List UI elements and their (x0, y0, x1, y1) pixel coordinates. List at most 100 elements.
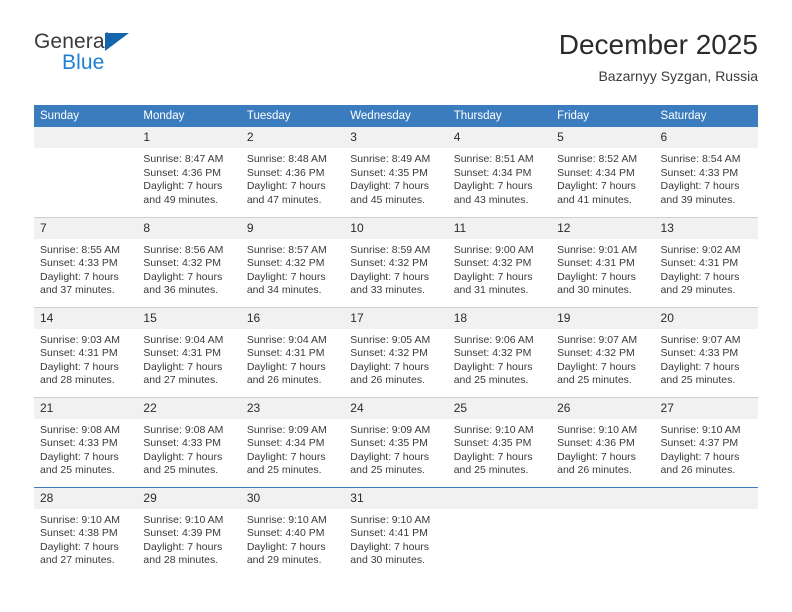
day-details: Sunrise: 9:06 AM Sunset: 4:32 PM Dayligh… (448, 329, 551, 388)
daylight-text-line1: Daylight: 7 hours (143, 360, 223, 373)
day-number: 3 (344, 127, 448, 148)
day-number: 2 (240, 127, 345, 148)
calendar-day-cell[interactable]: 30 Sunrise: 9:10 AM Sunset: 4:40 PM Dayl… (240, 486, 345, 577)
calendar-page: General Blue December 2025 Bazarnyy Syzg… (0, 0, 792, 612)
day-details: Sunrise: 8:49 AM Sunset: 4:35 PM Dayligh… (344, 148, 447, 207)
sunrise-text: Sunrise: 8:51 AM (453, 153, 534, 165)
calendar-day-cell[interactable]: 23 Sunrise: 9:09 AM Sunset: 4:34 PM Dayl… (240, 396, 345, 487)
sunset-text: Sunset: 4:32 PM (350, 347, 428, 360)
calendar-day-cell[interactable]: 13 Sunrise: 9:02 AM Sunset: 4:31 PM Dayl… (654, 216, 758, 307)
day-details: Sunrise: 9:07 AM Sunset: 4:33 PM Dayligh… (655, 329, 758, 388)
weekday-header-saturday: Saturday (654, 105, 758, 127)
calendar-day-cell[interactable]: 1 Sunrise: 8:47 AM Sunset: 4:36 PM Dayli… (137, 127, 241, 217)
sunset-text: Sunset: 4:33 PM (143, 437, 222, 450)
calendar-day-cell[interactable]: 4 Sunrise: 8:51 AM Sunset: 4:34 PM Dayli… (447, 127, 552, 217)
calendar-day-cell[interactable]: 21 Sunrise: 9:08 AM Sunset: 4:33 PM Dayl… (34, 396, 138, 487)
calendar-day-cell[interactable]: 12 Sunrise: 9:01 AM Sunset: 4:31 PM Dayl… (551, 216, 655, 307)
calendar-day-cell[interactable]: 2 Sunrise: 8:48 AM Sunset: 4:36 PM Dayli… (240, 127, 345, 217)
page-subtitle: Bazarnyy Syzgan, Russia (598, 68, 758, 84)
day-number: 11 (447, 217, 552, 239)
calendar-day-cell[interactable]: 7 Sunrise: 8:55 AM Sunset: 4:33 PM Dayli… (34, 216, 138, 307)
day-number: 25 (447, 397, 552, 419)
calendar-day-cell[interactable]: 31 Sunrise: 9:10 AM Sunset: 4:41 PM Dayl… (344, 486, 448, 577)
calendar-body: 1 Sunrise: 8:47 AM Sunset: 4:36 PM Dayli… (34, 127, 758, 577)
daylight-text-line2: and 26 minutes. (660, 464, 736, 477)
day-number: 27 (654, 397, 758, 419)
day-number: 9 (240, 217, 345, 239)
day-details (34, 148, 137, 153)
day-details: Sunrise: 8:57 AM Sunset: 4:32 PM Dayligh… (241, 239, 344, 298)
calendar-day-cell[interactable]: 29 Sunrise: 9:10 AM Sunset: 4:39 PM Dayl… (137, 486, 241, 577)
daylight-text-line1: Daylight: 7 hours (40, 360, 119, 373)
calendar-day-cell[interactable] (447, 486, 552, 577)
calendar-day-cell[interactable]: 25 Sunrise: 9:10 AM Sunset: 4:35 PM Dayl… (447, 396, 552, 487)
calendar-day-cell[interactable]: 27 Sunrise: 9:10 AM Sunset: 4:37 PM Dayl… (654, 396, 758, 487)
calendar-day-cell[interactable]: 16 Sunrise: 9:04 AM Sunset: 4:31 PM Dayl… (240, 306, 345, 397)
daylight-text-line1: Daylight: 7 hours (143, 540, 223, 553)
calendar-day-cell[interactable]: 28 Sunrise: 9:10 AM Sunset: 4:38 PM Dayl… (34, 486, 138, 577)
sunrise-text: Sunrise: 8:49 AM (350, 153, 431, 165)
day-number: 22 (137, 397, 241, 419)
day-details: Sunrise: 8:59 AM Sunset: 4:32 PM Dayligh… (344, 239, 447, 298)
calendar-header-row: Sunday Monday Tuesday Wednesday Thursday… (34, 105, 758, 127)
daylight-text-line2: and 41 minutes. (557, 193, 632, 206)
daylight-text-line2: and 49 minutes. (143, 193, 219, 206)
day-details: Sunrise: 9:02 AM Sunset: 4:31 PM Dayligh… (655, 239, 758, 298)
day-number: 15 (137, 307, 241, 329)
calendar-day-cell[interactable]: 17 Sunrise: 9:05 AM Sunset: 4:32 PM Dayl… (344, 306, 448, 397)
calendar-day-cell[interactable]: 3 Sunrise: 8:49 AM Sunset: 4:35 PM Dayli… (344, 127, 448, 217)
day-details: Sunrise: 8:47 AM Sunset: 4:36 PM Dayligh… (137, 148, 240, 207)
calendar-day-cell[interactable]: 6 Sunrise: 8:54 AM Sunset: 4:33 PM Dayli… (654, 127, 758, 217)
calendar-day-cell[interactable]: 11 Sunrise: 9:00 AM Sunset: 4:32 PM Dayl… (447, 216, 552, 307)
sunset-text: Sunset: 4:34 PM (246, 437, 325, 450)
sunset-text: Sunset: 4:34 PM (557, 166, 635, 179)
calendar-day-cell[interactable]: 14 Sunrise: 9:03 AM Sunset: 4:31 PM Dayl… (34, 306, 138, 397)
day-details: Sunrise: 8:52 AM Sunset: 4:34 PM Dayligh… (551, 148, 654, 207)
daylight-text-line1: Daylight: 7 hours (350, 180, 430, 193)
calendar-day-cell[interactable]: 24 Sunrise: 9:09 AM Sunset: 4:35 PM Dayl… (344, 396, 448, 487)
calendar-day-cell[interactable]: 20 Sunrise: 9:07 AM Sunset: 4:33 PM Dayl… (654, 306, 758, 397)
calendar-day-cell[interactable] (34, 127, 138, 217)
sunset-text: Sunset: 4:31 PM (40, 347, 118, 360)
weekday-header-monday: Monday (137, 105, 241, 127)
daylight-text-line2: and 27 minutes. (143, 374, 219, 387)
daylight-text-line1: Daylight: 7 hours (453, 450, 533, 463)
sunset-text: Sunset: 4:36 PM (557, 437, 635, 450)
day-number (34, 127, 138, 148)
daylight-text-line2: and 31 minutes. (453, 284, 529, 297)
day-details: Sunrise: 9:01 AM Sunset: 4:31 PM Dayligh… (551, 239, 654, 298)
day-number: 13 (654, 217, 758, 239)
day-details: Sunrise: 9:04 AM Sunset: 4:31 PM Dayligh… (137, 329, 240, 388)
logo-text-blue: Blue (62, 51, 105, 74)
calendar-day-cell[interactable]: 19 Sunrise: 9:07 AM Sunset: 4:32 PM Dayl… (551, 306, 655, 397)
calendar-day-cell[interactable]: 18 Sunrise: 9:06 AM Sunset: 4:32 PM Dayl… (447, 306, 552, 397)
sunset-text: Sunset: 4:39 PM (143, 527, 222, 540)
calendar-day-cell[interactable] (551, 486, 655, 577)
sunrise-text: Sunrise: 8:56 AM (143, 243, 224, 256)
daylight-text-line1: Daylight: 7 hours (660, 450, 740, 463)
calendar-day-cell[interactable]: 22 Sunrise: 9:08 AM Sunset: 4:33 PM Dayl… (137, 396, 241, 487)
calendar-day-cell[interactable]: 8 Sunrise: 8:56 AM Sunset: 4:32 PM Dayli… (137, 216, 241, 307)
calendar-day-cell[interactable]: 5 Sunrise: 8:52 AM Sunset: 4:34 PM Dayli… (551, 127, 655, 217)
daylight-text-line2: and 29 minutes. (660, 284, 736, 297)
sunset-text: Sunset: 4:37 PM (660, 437, 739, 450)
sunrise-text: Sunrise: 8:54 AM (660, 153, 741, 165)
day-details: Sunrise: 9:08 AM Sunset: 4:33 PM Dayligh… (34, 419, 137, 478)
calendar-day-cell[interactable] (654, 486, 758, 577)
calendar-day-cell[interactable]: 10 Sunrise: 8:59 AM Sunset: 4:32 PM Dayl… (344, 216, 448, 307)
sunrise-text: Sunrise: 9:07 AM (557, 333, 638, 346)
day-details: Sunrise: 9:10 AM Sunset: 4:35 PM Dayligh… (448, 419, 551, 478)
day-details: Sunrise: 8:54 AM Sunset: 4:33 PM Dayligh… (655, 148, 758, 207)
calendar-week-row: 28 Sunrise: 9:10 AM Sunset: 4:38 PM Dayl… (34, 486, 758, 577)
calendar-day-cell[interactable]: 26 Sunrise: 9:10 AM Sunset: 4:36 PM Dayl… (551, 396, 655, 487)
weekday-header-tuesday: Tuesday (240, 105, 345, 127)
daylight-text-line2: and 27 minutes. (40, 554, 115, 567)
daylight-text-line2: and 26 minutes. (246, 374, 322, 387)
daylight-text-line1: Daylight: 7 hours (453, 180, 533, 193)
calendar-day-cell[interactable]: 9 Sunrise: 8:57 AM Sunset: 4:32 PM Dayli… (240, 216, 345, 307)
weekday-header-friday: Friday (551, 105, 655, 127)
calendar-day-cell[interactable]: 15 Sunrise: 9:04 AM Sunset: 4:31 PM Dayl… (137, 306, 241, 397)
daylight-text-line2: and 43 minutes. (453, 193, 529, 206)
day-details: Sunrise: 9:04 AM Sunset: 4:31 PM Dayligh… (241, 329, 344, 388)
daylight-text-line1: Daylight: 7 hours (557, 360, 636, 373)
